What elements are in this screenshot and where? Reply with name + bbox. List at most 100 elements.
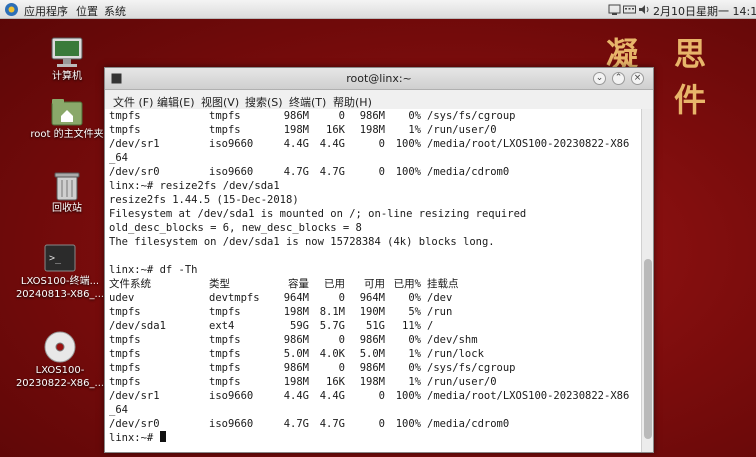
terminal-cell: 5% (408, 306, 421, 318)
terminal-cell: 4.4G (319, 390, 345, 402)
terminal-cell: 1% (408, 348, 421, 360)
terminal-cell: 1% (408, 376, 421, 388)
wallpaper-char-3: 件 (674, 81, 709, 119)
terminal-cell: 类型 (209, 278, 230, 290)
places-menu[interactable]: 位置 (76, 3, 98, 19)
desktop-icon-home[interactable]: root 的主文件夹 (20, 96, 114, 141)
terminal-cell: 51G (366, 320, 385, 332)
terminal-cell: 198M (283, 124, 309, 136)
menu-file[interactable]: 文件 (F) (113, 94, 153, 110)
desktop-icon-computer[interactable]: 计算机 (22, 36, 112, 83)
df-row: /dev/sr1 iso9660 4.4G 4.4G 0 100% /media/root/… (109, 137, 638, 151)
terminal-cell: 4.7G (319, 418, 345, 430)
terminal-cell: 5.0M (359, 348, 385, 360)
terminal-cell: iso9660 (209, 166, 254, 178)
terminal-cell: 可用 (364, 278, 385, 290)
applications-menu[interactable]: 应用程序 (24, 3, 68, 19)
desktop-icon-label: 回收站 (52, 203, 82, 214)
minimize-icon[interactable]: ⌄ (593, 72, 606, 85)
menu-search[interactable]: 搜索(S) (245, 94, 283, 110)
terminal-line: resize2fs 1.44.5 (15-Dec-2018) (109, 194, 299, 206)
terminal-cell: _64 (109, 404, 128, 416)
terminal-cell: tmpfs (109, 362, 141, 374)
terminal-cell: 挂载点 (427, 278, 459, 290)
terminal-cell: /dev/sda1 (109, 320, 166, 332)
terminal-cell: 4.7G (283, 166, 309, 178)
terminal-cell: iso9660 (209, 390, 254, 402)
terminal-prompt-line[interactable]: linx:~# (109, 431, 638, 445)
terminal-cell: 0% (408, 110, 421, 122)
df-header: 文件系统 类型 容量 已用 可用 已用% 挂载点 (109, 277, 638, 291)
terminal-output[interactable]: tmpfs tmpfs 986M 0 986M 0%/sys/fs/cgroup tmpfs… (105, 109, 642, 452)
terminal-cell: 16K (326, 124, 345, 136)
df-row: tmpfs tmpfs 986M 0 986M 0% /dev/shm (109, 333, 638, 347)
system-menu[interactable]: 系统 (104, 3, 126, 19)
terminal-cell: /run (427, 306, 453, 318)
network-icon[interactable] (608, 3, 621, 16)
df-row: udev devtmpfs 964M 0 964M 0% /dev (109, 291, 638, 305)
prompt: linx:~# (109, 432, 160, 444)
terminal-cell: / (427, 320, 434, 332)
terminal-cell: tmpfs (109, 110, 141, 122)
keyboard-icon[interactable] (623, 3, 636, 16)
terminal-cell: /run/user/0 (427, 376, 497, 388)
terminal-cell: 100% (395, 418, 421, 430)
terminal-cell: /dev/sr1 (109, 138, 160, 150)
terminal-cell: 11% (402, 320, 421, 332)
close-icon[interactable]: × (631, 72, 644, 85)
terminal-cell: 4.7G (319, 166, 345, 178)
menu-help[interactable]: 帮助(H) (333, 94, 372, 110)
terminal-cell: /dev/sr0 (109, 418, 160, 430)
terminal-cell: 0% (408, 334, 421, 346)
terminal-cell: iso9660 (209, 418, 254, 430)
scrollbar-thumb[interactable] (644, 259, 652, 439)
terminal-cell: /sys/fs/cgroup (427, 362, 516, 374)
terminal-cell: /media/root/LXOS100-20230822-X86 (427, 138, 630, 150)
terminal-cell: 0% (408, 362, 421, 374)
desktop-icon-cdrom[interactable]: LXOS100- 20230822-X86_... (14, 330, 106, 390)
window-menubar: 文件 (F) 编辑(E) 视图(V) 搜索(S) 终端(T) 帮助(H) (105, 90, 653, 110)
terminal-cell: 100% (395, 166, 421, 178)
terminal-cell: 0 (378, 390, 385, 402)
desktop-icon-terminal-disc[interactable]: >_ LXOS100-终端... 20240813-X86_... (14, 243, 106, 301)
top-panel: 应用程序 位置 系统 2月10日星期一 14:17 (0, 0, 756, 19)
window-titlebar[interactable]: root@linx:~ ⌄ ⌃ × (105, 68, 653, 90)
df-row: _64 (109, 151, 638, 165)
terminal-cell: 964M (283, 292, 309, 304)
scrollbar[interactable] (641, 109, 653, 452)
terminal-cell: 已用% (393, 278, 421, 290)
terminal-line: linx:~# df -Th (109, 264, 198, 276)
terminal-cell: tmpfs (109, 306, 141, 318)
terminal-cell: /run/user/0 (427, 124, 497, 136)
terminal-cell: 容量 (288, 278, 309, 290)
terminal-cell: 4.0K (319, 348, 345, 360)
terminal-cell: 100% (395, 138, 421, 150)
terminal-cell: /dev/shm (427, 334, 478, 346)
terminal-cell: tmpfs (109, 124, 141, 136)
terminal-line: Filesystem at /dev/sda1 is mounted on /;… (109, 208, 527, 220)
terminal-cell: 986M (359, 110, 385, 122)
desktop-icon-trash[interactable]: 回收站 (22, 170, 112, 215)
window-title: root@linx:~ (346, 72, 412, 85)
clock[interactable]: 2月10日星期一 14:17 (653, 3, 756, 19)
trash-icon (54, 172, 80, 201)
df-row: /dev/sda1 ext4 59G 5.7G 51G 11% / (109, 319, 638, 333)
desktop-icon-label: root 的主文件夹 (30, 129, 104, 140)
terminal-cell: 964M (359, 292, 385, 304)
maximize-icon[interactable]: ⌃ (612, 72, 625, 85)
terminal-cell: /sys/fs/cgroup (427, 110, 516, 122)
home-folder-icon (51, 99, 83, 126)
terminal-cell: devtmpfs (209, 292, 260, 304)
terminal-cell: 0% (408, 292, 421, 304)
menu-edit[interactable]: 编辑(E) (157, 94, 195, 110)
menu-view[interactable]: 视图(V) (201, 94, 239, 110)
terminal-cell: tmpfs (209, 306, 241, 318)
terminal-cell: 59G (290, 320, 309, 332)
volume-icon[interactable] (638, 3, 651, 16)
terminal-cell: tmpfs (209, 362, 241, 374)
menu-terminal[interactable]: 终端(T) (289, 94, 326, 110)
desktop-icon-label: LXOS100-终端... (20, 276, 100, 287)
df-row: tmpfs tmpfs 5.0M 4.0K 5.0M 1% /run/lock (109, 347, 638, 361)
os-logo-icon[interactable] (4, 2, 19, 17)
